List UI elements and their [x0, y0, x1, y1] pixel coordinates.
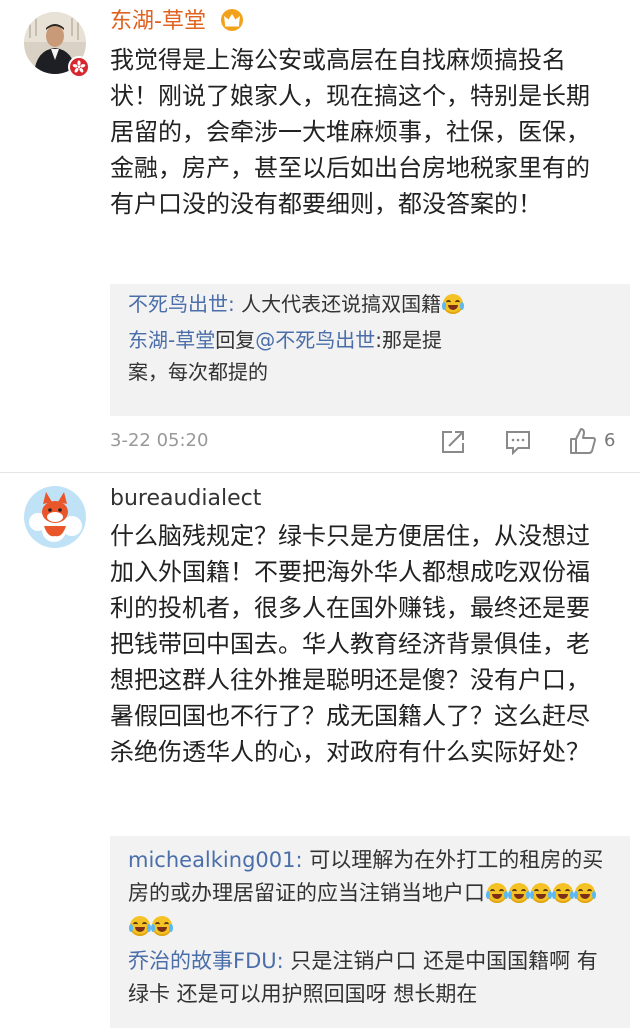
reply-box: michealking001: 可以理解为在外打工的租房的买房的或办理居留证的应… — [110, 836, 630, 1028]
laugh-cry-emoji-icon — [151, 916, 173, 936]
comment-icon[interactable] — [504, 429, 532, 459]
reply-mention[interactable]: @不死鸟出世 — [255, 328, 375, 352]
laugh-cry-emoji-icon — [508, 883, 530, 903]
reply-box: 不死鸟出世: 人大代表还说搞双国籍 东湖-草堂回复@不死鸟出世:那是提案，每次都… — [110, 284, 630, 416]
like-thumb-icon[interactable] — [568, 426, 598, 460]
reply-username[interactable]: 东湖-草堂 — [128, 328, 215, 352]
reply-username[interactable]: 乔治的故事FDU — [128, 949, 277, 973]
laugh-cry-emoji-icon — [442, 294, 465, 314]
laugh-cry-emoji-icon — [574, 883, 596, 903]
username[interactable]: 东湖-草堂 — [110, 8, 245, 39]
laugh-cry-emoji-icon — [129, 916, 151, 936]
reply-item[interactable]: 东湖-草堂回复@不死鸟出世:那是提案，每次都提的 — [110, 324, 458, 388]
username-text[interactable]: 东湖-草堂 — [110, 9, 206, 34]
like-count: 6 — [604, 430, 616, 451]
username[interactable]: bureaudialect — [110, 486, 261, 512]
reply-item[interactable]: 乔治的故事FDU: 只是注销户口 还是中国国籍啊 有绿卡 还是可以用护照回国呀 … — [110, 945, 630, 1011]
laugh-cry-emoji-icon — [552, 883, 574, 903]
comment-body: 我觉得是上海公安或高层在自找麻烦搞投名状！刚说了娘家人，现在搞这个，特别是长期居… — [110, 46, 590, 218]
laugh-cry-emoji-icon — [530, 883, 552, 903]
reply-username[interactable]: michealking001 — [128, 848, 296, 872]
reply-item[interactable]: michealking001: 可以理解为在外打工的租房的买房的或办理居留证的应… — [110, 844, 630, 943]
hk-flag-badge-icon — [68, 56, 90, 78]
crown-badge-icon — [219, 8, 245, 39]
share-icon[interactable] — [440, 429, 466, 459]
timestamp: 3-22 05:20 — [110, 430, 209, 451]
reply-text: 人大代表还说搞双国籍 — [241, 292, 442, 316]
avatar[interactable] — [24, 486, 86, 548]
divider — [0, 472, 640, 473]
reply-username[interactable]: 不死鸟出世 — [128, 292, 228, 316]
comment-body: 什么脑残规定？绿卡只是方便居住，从没想过加入外国籍！不要把海外华人都想成吃双份福… — [110, 522, 590, 766]
laugh-cry-emoji-icon — [486, 883, 508, 903]
reply-item[interactable]: 不死鸟出世: 人大代表还说搞双国籍 — [110, 288, 630, 320]
